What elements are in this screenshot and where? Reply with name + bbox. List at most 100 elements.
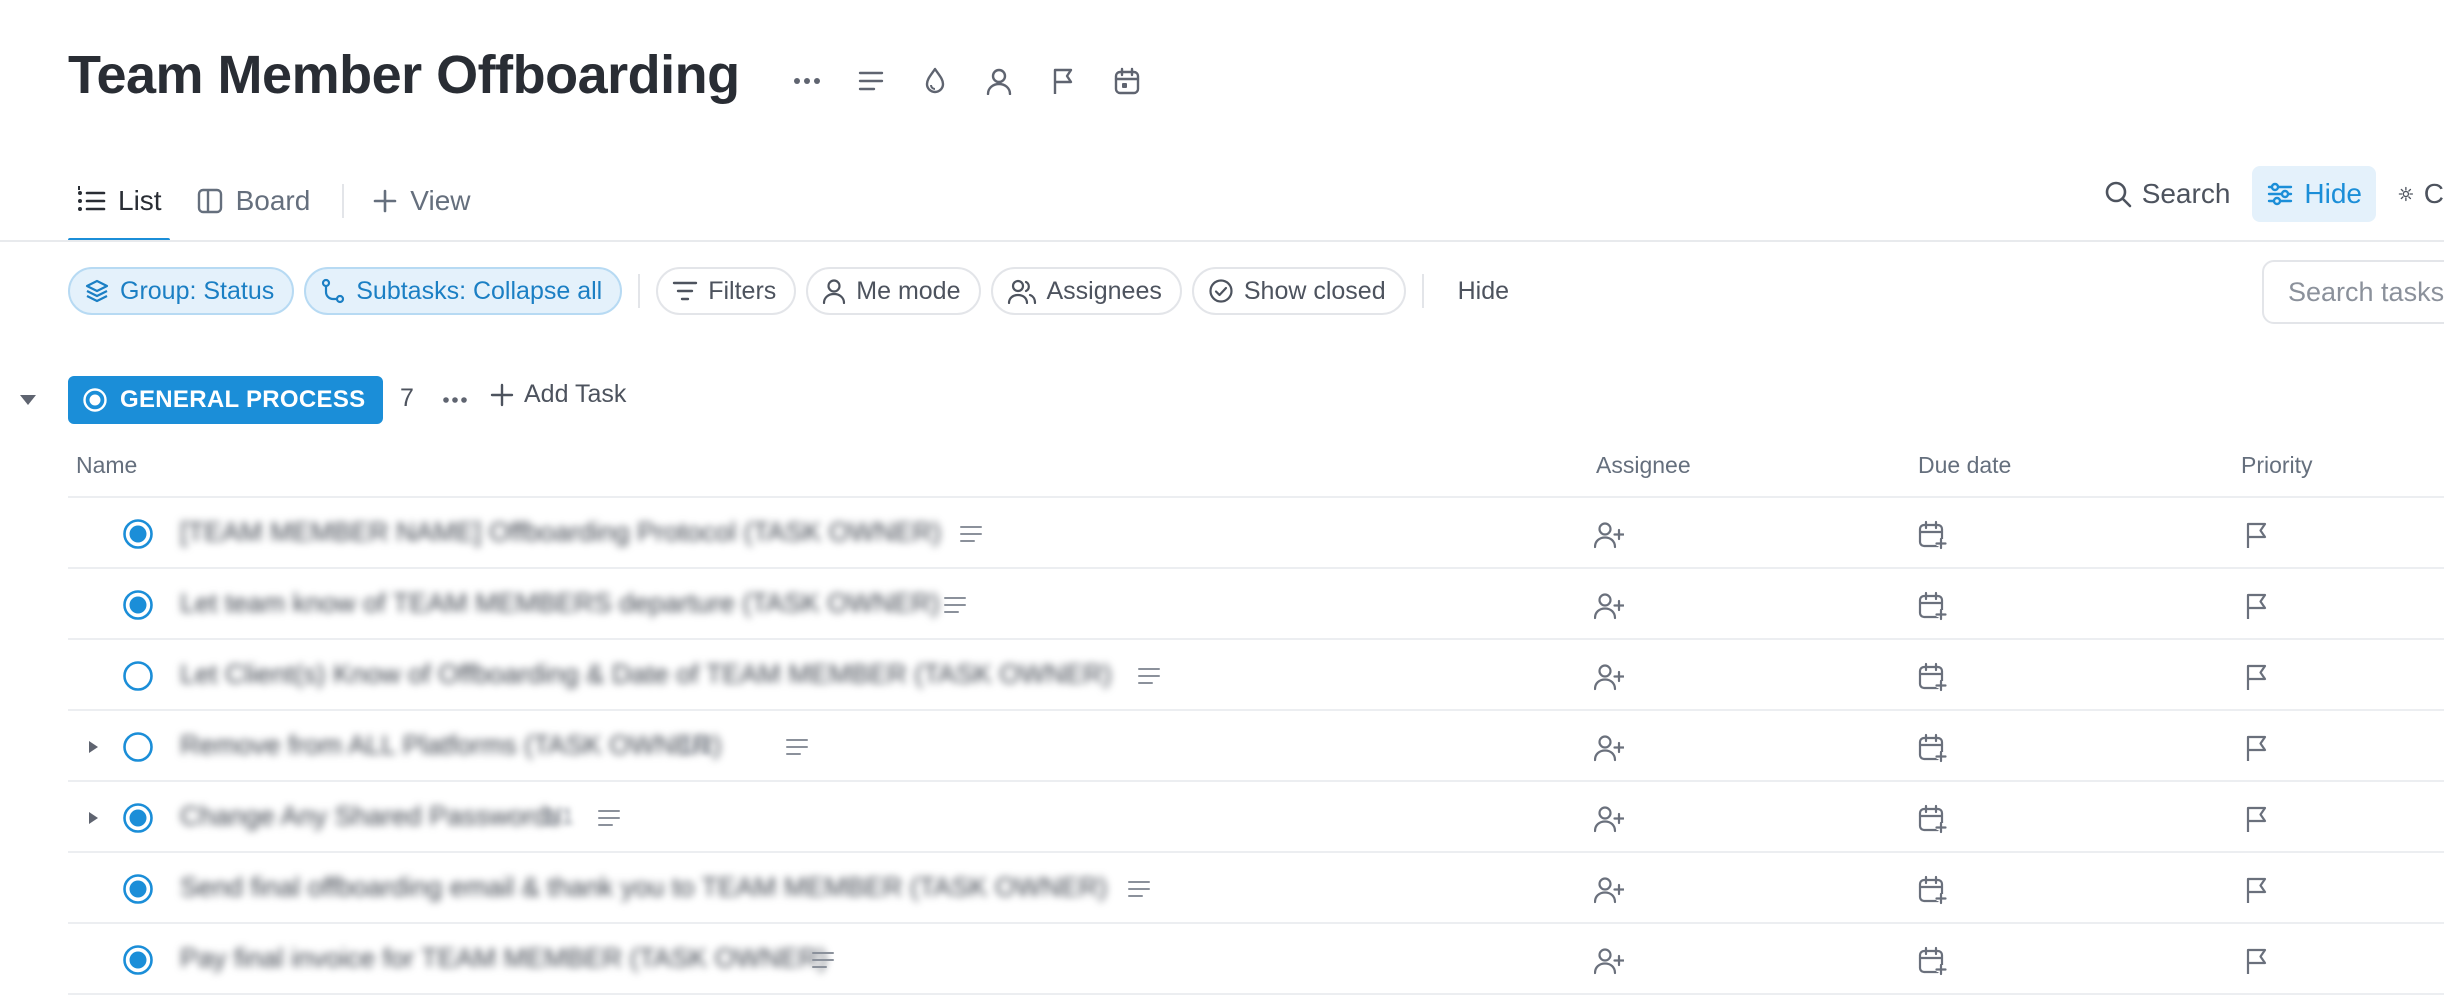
column-header-priority[interactable]: Priority [2241,452,2313,479]
me-mode-chip[interactable]: Me mode [806,267,981,315]
column-header-due-date[interactable]: Due date [1918,452,2011,479]
add-assignee-icon[interactable] [1594,946,1624,976]
task-name[interactable]: Let Client(s) Know of Offboarding & Date… [180,659,1112,690]
filter-bar: Group: Status Subtasks: Collapse all Fil… [68,266,1527,316]
status-group-label: GENERAL PROCESS [120,386,366,413]
plus-icon [490,383,514,406]
group-by-chip[interactable]: Group: Status [68,267,295,315]
show-closed-label: Show closed [1243,276,1386,305]
list-icon [78,186,106,211]
set-priority-flag-icon[interactable] [2242,804,2272,834]
customize-label: C [2423,178,2444,209]
column-header-name[interactable]: Name [76,452,137,479]
filters-chip[interactable]: Filters [656,267,797,315]
status-open-icon[interactable] [122,731,154,763]
set-due-date-icon[interactable] [1918,662,1948,692]
table-row[interactable]: Change Any Shared Passwords 1/1 [68,782,2444,853]
more-options-icon[interactable] [790,64,824,98]
description-icon[interactable] [854,64,888,98]
subtasks-chip[interactable]: Subtasks: Collapse all [304,267,623,315]
calendar-icon[interactable] [1110,64,1144,98]
status-complete-icon[interactable] [122,802,154,834]
description-icon [1138,668,1160,684]
add-view-button[interactable]: View [364,160,478,242]
hide-filter-button[interactable]: Hide [1440,277,1527,306]
task-name[interactable]: Pay final invoice for TEAM MEMBER (TASK … [180,943,827,974]
add-assignee-icon[interactable] [1594,804,1624,834]
set-priority-flag-icon[interactable] [2242,520,2272,550]
priority-flag-icon[interactable] [1046,64,1080,98]
check-circle-icon [1209,279,1233,303]
set-due-date-icon[interactable] [1918,520,1948,550]
status-complete-icon[interactable] [122,518,154,550]
set-due-date-icon[interactable] [1918,875,1948,905]
users-icon [1007,279,1036,304]
expand-subtasks-icon[interactable] [86,739,100,755]
hide-columns-button[interactable]: Hide [2252,166,2376,222]
description-icon [598,810,620,826]
add-view-label: View [410,185,471,216]
assignee-icon[interactable] [982,64,1016,98]
task-name[interactable]: Send final offboarding email & thank you… [180,872,1107,903]
add-assignee-icon[interactable] [1594,662,1624,692]
description-icon [812,952,834,968]
set-due-date-icon[interactable] [1918,733,1948,763]
table-row[interactable]: Remove from ALL Platforms (TASK OWNER) 1/… [68,711,2444,782]
status-complete-icon[interactable] [122,873,154,905]
task-name[interactable]: Change Any Shared Passwords [180,801,561,832]
status-group-badge[interactable]: GENERAL PROCESS [68,376,384,424]
tab-board-label: Board [235,185,311,216]
plus-icon [373,189,397,213]
set-priority-flag-icon[interactable] [2242,591,2272,621]
add-assignee-icon[interactable] [1594,733,1624,763]
description-icon [1128,881,1150,897]
table-row[interactable]: Let Client(s) Know of Offboarding & Date… [68,640,2444,711]
task-name[interactable]: Remove from ALL Platforms (TASK OWNER) [180,730,722,761]
set-due-date-icon[interactable] [1918,946,1948,976]
table-row[interactable]: Send final offboarding email & thank you… [68,853,2444,924]
group-more-icon[interactable] [440,386,470,414]
table-row[interactable]: [TEAM MEMBER NAME] Offboarding Protocol … [68,498,2444,569]
hide-label: Hide [2304,178,2362,209]
add-assignee-icon[interactable] [1594,520,1624,550]
table-row[interactable]: Pay final invoice for TEAM MEMBER (TASK … [68,924,2444,995]
table-row[interactable]: Let team know of TEAM MEMBERS departure … [68,569,2444,640]
search-tasks-input[interactable]: Search tasks [2262,260,2444,324]
filter-separator [638,274,641,308]
collapse-group-icon[interactable] [18,392,38,408]
tab-board[interactable]: Board [188,160,319,242]
tabs-divider [0,240,2444,242]
color-drop-icon[interactable] [918,64,952,98]
status-complete-icon[interactable] [122,589,154,621]
add-task-button[interactable]: Add Task [490,380,626,409]
set-priority-flag-icon[interactable] [2242,875,2272,905]
group-task-count: 7 [400,384,414,412]
task-name[interactable]: [TEAM MEMBER NAME] Offboarding Protocol … [180,517,941,548]
add-assignee-icon[interactable] [1594,875,1624,905]
search-button[interactable]: Search [2090,166,2245,222]
assignees-chip[interactable]: Assignees [990,267,1182,315]
set-due-date-icon[interactable] [1918,591,1948,621]
view-actions: Search Hide C [2090,166,2444,222]
show-closed-chip[interactable]: Show closed [1191,267,1406,315]
description-icon [944,597,966,613]
set-priority-flag-icon[interactable] [2242,946,2272,976]
column-header-assignee[interactable]: Assignee [1596,452,1691,479]
customize-button[interactable]: C [2384,166,2444,222]
task-name[interactable]: Let team know of TEAM MEMBERS departure … [180,588,940,619]
expand-subtasks-icon[interactable] [86,810,100,826]
set-due-date-icon[interactable] [1918,804,1948,834]
add-assignee-icon[interactable] [1594,591,1624,621]
gear-icon [2398,186,2414,202]
sliders-icon [2268,182,2293,206]
status-complete-icon[interactable] [122,944,154,976]
search-icon [2105,181,2131,208]
set-priority-flag-icon[interactable] [2242,662,2272,692]
tab-list[interactable]: List [68,160,170,242]
status-open-icon[interactable] [122,660,154,692]
status-circle-icon [83,388,107,412]
search-label: Search [2141,178,2231,209]
subtask-count: 1/1 [542,803,574,829]
set-priority-flag-icon[interactable] [2242,733,2272,763]
board-icon [197,188,222,214]
